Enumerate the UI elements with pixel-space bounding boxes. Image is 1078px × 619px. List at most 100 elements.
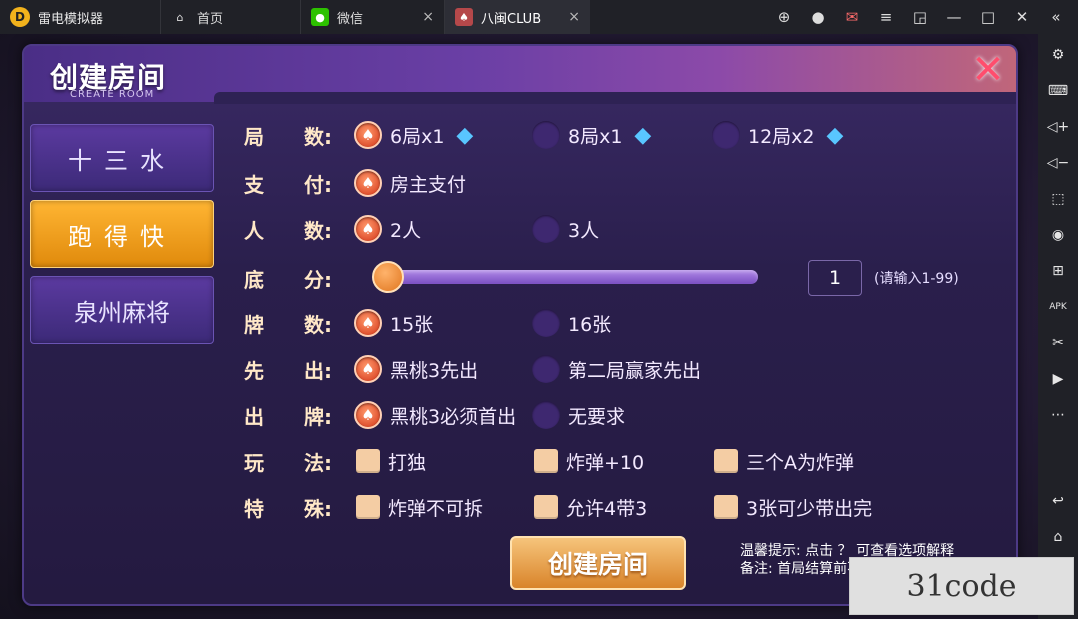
option-special-nosplit[interactable]: 炸弹不可拆: [356, 494, 483, 521]
volume-down-icon[interactable]: ◁−: [1045, 150, 1071, 176]
option-first-spade3[interactable]: ♠ 黑桃3先出: [354, 355, 478, 383]
tab-label: 八闽CLUB: [481, 11, 542, 27]
row-label: 出牌:: [244, 404, 332, 429]
checkbox-icon: [714, 495, 738, 519]
option-lead-spade3[interactable]: ♠ 黑桃3必须首出: [354, 401, 516, 429]
base-score-hint: (请输入1-99): [874, 271, 959, 287]
diamond-icon: ◆: [826, 122, 844, 148]
option-cards-16[interactable]: 16张: [532, 309, 611, 337]
row-play: 玩法: 打独 炸弹+10 三个A为炸弹: [232, 446, 1016, 476]
option-players-2[interactable]: ♠ 2人: [354, 215, 421, 243]
tab-close-icon[interactable]: ×: [422, 9, 434, 25]
option-first-winner[interactable]: 第二局赢家先出: [532, 355, 701, 383]
option-pay-owner[interactable]: ♠ 房主支付: [354, 169, 466, 197]
radio-icon: [532, 309, 560, 337]
radio-selected-icon: ♠: [354, 121, 382, 149]
row-pay: 支付: ♠ 房主支付: [232, 168, 1016, 198]
row-label: 人数:: [244, 218, 332, 243]
home-icon: ⌂: [176, 10, 184, 24]
game-icon: ♠: [455, 8, 473, 26]
radio-selected-icon: ♠: [354, 309, 382, 337]
minimize-icon[interactable]: —: [944, 7, 964, 27]
radio-icon: [532, 355, 560, 383]
diamond-icon: ◆: [456, 122, 474, 148]
keyboard-icon[interactable]: ⌨: [1045, 78, 1071, 104]
watermark: 31code: [849, 557, 1074, 615]
tab-wechat[interactable]: ● 微信 ×: [300, 0, 444, 34]
dialog-close-button[interactable]: ✕: [968, 50, 1008, 90]
apk-icon[interactable]: APK: [1045, 294, 1071, 320]
volume-up-icon[interactable]: ◁+: [1045, 114, 1071, 140]
collapse-icon[interactable]: «: [1046, 7, 1066, 27]
checkbox-icon: [534, 495, 558, 519]
mode-shisanshui[interactable]: 十三水: [30, 124, 214, 192]
option-play-bomb10[interactable]: 炸弹+10: [534, 448, 644, 475]
tab-close-icon[interactable]: ×: [568, 9, 580, 25]
settings-icon[interactable]: ⚙: [1045, 42, 1071, 68]
scissors-icon[interactable]: ✂: [1045, 330, 1071, 356]
create-room-dialog: 创建房间 CREATE ROOM ✕ 十三水 跑得快 泉州麻将 局数: ♠ 6局x…: [22, 44, 1018, 606]
radio-icon: [532, 121, 560, 149]
window-controls: ⊕ ● ✉ ≡ ◲ — □ ✕ «: [774, 0, 1078, 34]
row-base-score: 底分: 1 (请输入1-99): [232, 260, 1016, 296]
row-first: 先出: ♠ 黑桃3先出 第二局赢家先出: [232, 354, 1016, 384]
back-icon[interactable]: ↩: [1045, 488, 1071, 514]
checkbox-icon: [714, 449, 738, 473]
radio-icon: [532, 401, 560, 429]
option-cards-15[interactable]: ♠ 15张: [354, 309, 433, 337]
mail-icon[interactable]: ✉: [842, 7, 862, 27]
screenshot-icon[interactable]: ⬚: [1045, 186, 1071, 212]
maximize-icon[interactable]: □: [978, 7, 998, 27]
radio-selected-icon: ♠: [354, 169, 382, 197]
mode-paodekuai[interactable]: 跑得快: [30, 200, 214, 268]
home-icon[interactable]: ⌂: [1045, 524, 1071, 550]
tab-label: 微信: [337, 11, 364, 27]
radio-selected-icon: ♠: [354, 355, 382, 383]
row-label: 底分:: [244, 267, 332, 292]
mode-quanzhou-mahjong[interactable]: 泉州麻将: [30, 276, 214, 344]
row-label: 牌数:: [244, 312, 332, 337]
option-play-solo[interactable]: 打独: [356, 448, 426, 475]
header-divider: [214, 92, 1016, 104]
slider-handle[interactable]: [372, 261, 404, 293]
option-lead-none[interactable]: 无要求: [532, 401, 625, 429]
tab-game[interactable]: ♠ 八闽CLUB ×: [444, 0, 590, 34]
option-special-3less[interactable]: 3张可少带出完: [714, 494, 872, 521]
create-room-button[interactable]: 创建房间: [510, 536, 686, 590]
row-rounds: 局数: ♠ 6局x1 ◆ 8局x1 ◆ 12局x2 ◆: [232, 120, 1016, 150]
radio-selected-icon: ♠: [354, 401, 382, 429]
restore-icon[interactable]: ◲: [910, 7, 930, 27]
row-lead: 出牌: ♠ 黑桃3必须首出 无要求: [232, 400, 1016, 430]
app-title: 雷电模拟器: [38, 11, 104, 27]
row-label: 先出:: [244, 358, 332, 383]
option-rounds-12[interactable]: 12局x2 ◆: [712, 121, 843, 149]
option-players-3[interactable]: 3人: [532, 215, 599, 243]
base-score-slider[interactable]: [378, 270, 758, 284]
user-icon[interactable]: ●: [808, 7, 828, 27]
option-play-aaa-bomb[interactable]: 三个A为炸弹: [714, 448, 854, 475]
option-rounds-6[interactable]: ♠ 6局x1 ◆: [354, 121, 473, 149]
row-label: 局数:: [244, 124, 332, 149]
video-icon[interactable]: ▶: [1045, 366, 1071, 392]
menu-icon[interactable]: ≡: [876, 7, 896, 27]
record-icon[interactable]: ◉: [1045, 222, 1071, 248]
radio-icon: [712, 121, 740, 149]
row-label: 特殊:: [244, 496, 332, 521]
title-bar: D 雷电模拟器 ⌂ 首页 ● 微信 × ♠ 八闽CLUB × ⊕ ● ✉ ≡ ◲…: [0, 0, 1078, 34]
options-area: 局数: ♠ 6局x1 ◆ 8局x1 ◆ 12局x2 ◆ 支付: ♠ 房主支付 人数: ♠ 2…: [232, 114, 1016, 524]
more-icon[interactable]: ⋯: [1045, 402, 1071, 428]
option-special-4with3[interactable]: 允许4带3: [534, 494, 647, 521]
row-label: 玩法:: [244, 450, 332, 475]
close-icon[interactable]: ✕: [1012, 7, 1032, 27]
emulator-toolbar: ⚙ ⌨ ◁+ ◁− ⬚ ◉ ⊞ APK ✂ ▶ ⋯ ↩ ⌂: [1038, 34, 1078, 619]
tab-home[interactable]: ⌂ 首页: [160, 0, 300, 34]
option-rounds-8[interactable]: 8局x1 ◆: [532, 121, 651, 149]
base-score-input[interactable]: 1: [808, 260, 862, 296]
mode-list: 十三水 跑得快 泉州麻将: [30, 124, 214, 352]
dialog-subtitle: CREATE ROOM: [70, 89, 155, 100]
gamepad-icon[interactable]: ⊕: [774, 7, 794, 27]
checkbox-icon: [356, 495, 380, 519]
tab-label: 首页: [197, 11, 224, 27]
emulator-window: D 雷电模拟器 ⌂ 首页 ● 微信 × ♠ 八闽CLUB × ⊕ ● ✉ ≡ ◲…: [0, 0, 1078, 619]
add-app-icon[interactable]: ⊞: [1045, 258, 1071, 284]
